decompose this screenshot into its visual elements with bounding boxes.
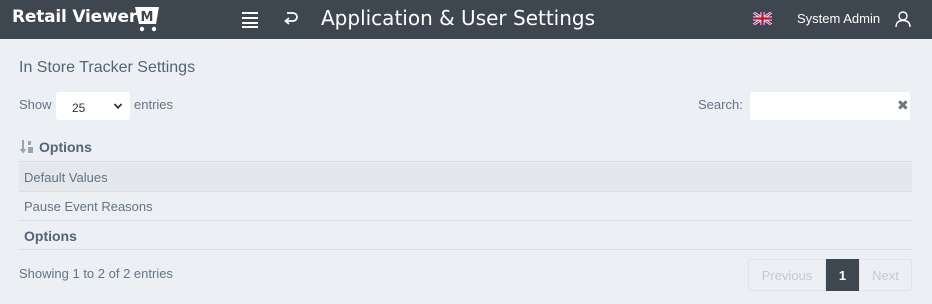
user-name[interactable]: System Admin	[797, 11, 880, 27]
table-row[interactable]: Pause Event Reasons	[19, 192, 912, 221]
page-title: Application & User Settings	[321, 6, 596, 30]
search-label: Search:	[698, 97, 743, 112]
column-header-label: Options	[39, 139, 92, 155]
top-navigation-bar: Retail Viewer M Application & User Setti…	[0, 0, 932, 39]
next-page-button[interactable]: Next	[859, 259, 912, 291]
column-footer-label: Options	[24, 228, 77, 244]
page-size-select[interactable]: 25	[56, 92, 130, 120]
show-label: Show	[19, 97, 52, 112]
cart-logo-icon: M	[135, 7, 160, 32]
page-size-value: 25	[72, 101, 86, 115]
table-row[interactable]: Default Values	[19, 163, 912, 192]
uk-flag-icon[interactable]	[753, 12, 772, 25]
page-1-button[interactable]: 1	[826, 259, 859, 291]
table-info: Showing 1 to 2 of 2 entries	[19, 266, 173, 281]
search-input[interactable]	[750, 92, 910, 120]
user-outline-icon[interactable]	[894, 10, 912, 28]
row-label-default-values[interactable]: Default Values	[24, 170, 108, 185]
list-icon[interactable]	[240, 9, 260, 29]
app-logo[interactable]: Retail Viewer M	[12, 6, 161, 34]
row-label-pause-event-reasons[interactable]: Pause Event Reasons	[24, 199, 153, 214]
entries-label: entries	[134, 97, 174, 112]
return-arrow-icon[interactable]	[280, 9, 300, 29]
column-footer-options: Options	[19, 221, 912, 250]
chevron-down-icon	[113, 103, 123, 110]
clear-search-icon[interactable]: ✖	[897, 98, 909, 112]
column-header-options[interactable]: Options	[19, 133, 912, 162]
previous-page-button[interactable]: Previous	[748, 259, 826, 291]
panel-title: In Store Tracker Settings	[19, 59, 196, 76]
sort-ascending-icon	[19, 140, 33, 154]
pagination: Previous 1 Next	[748, 259, 912, 291]
logo-text: Retail Viewer	[12, 7, 138, 27]
logo-badge: M	[141, 10, 154, 25]
